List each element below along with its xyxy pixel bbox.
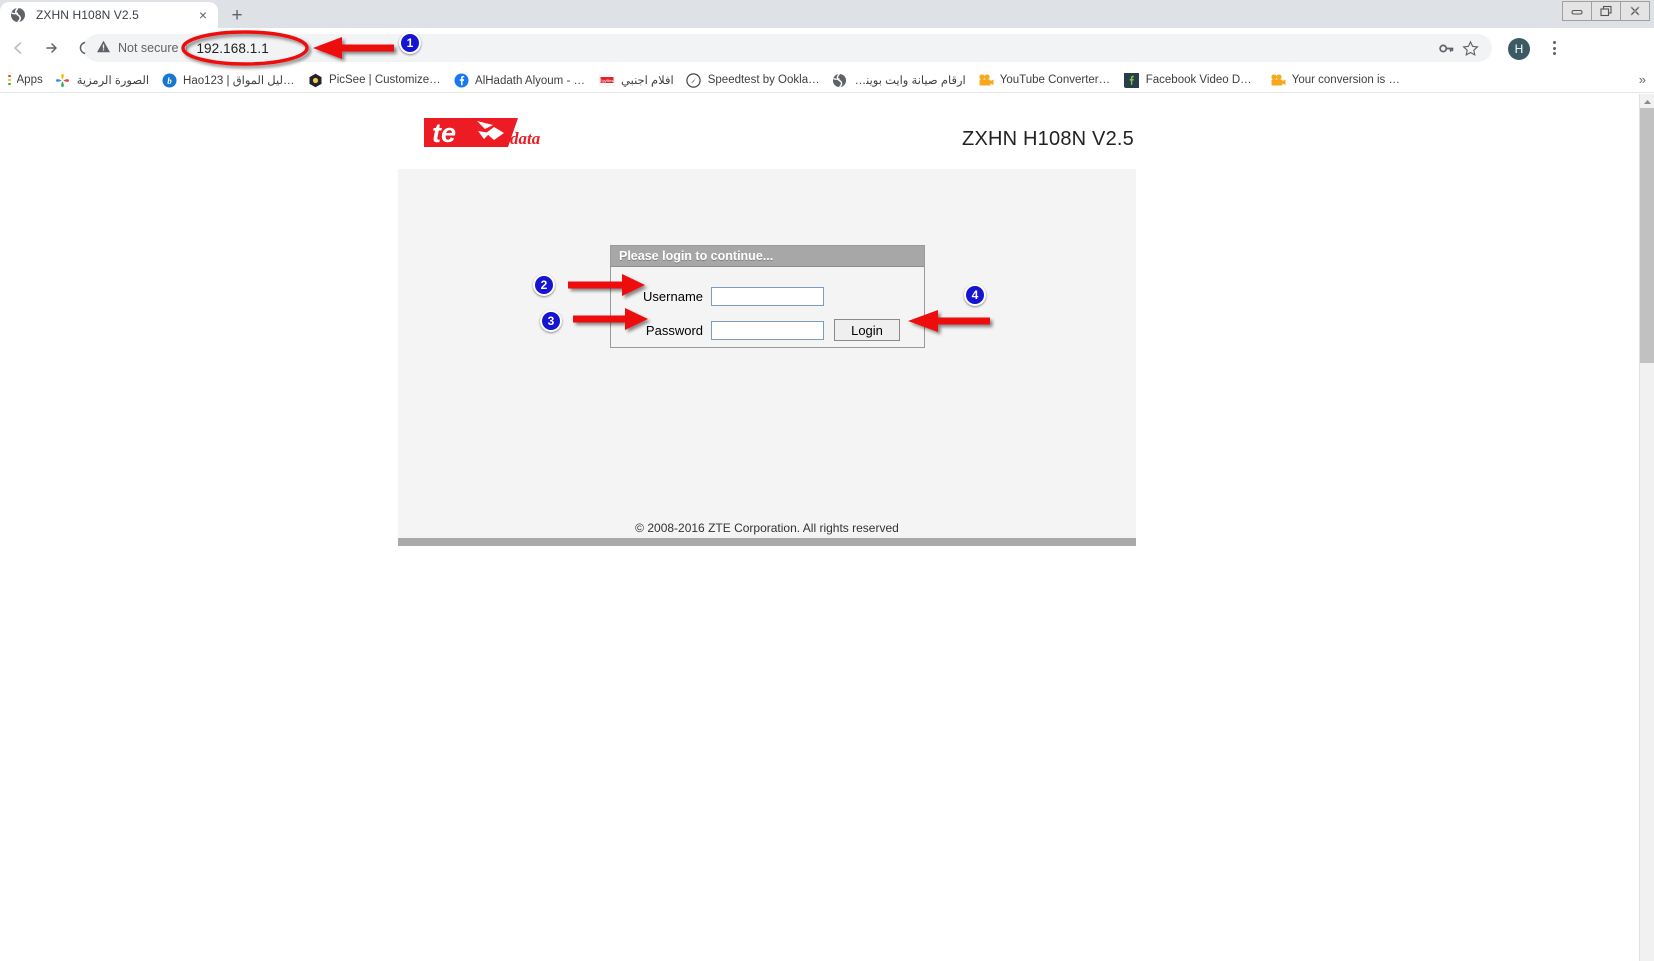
apps-shortcut[interactable]: Apps xyxy=(2,69,49,91)
te-data-logo: te data xyxy=(422,109,548,149)
hao123-icon: b xyxy=(161,72,177,88)
footer-bar xyxy=(398,538,1136,546)
close-button[interactable] xyxy=(1620,1,1650,21)
bookmark-item[interactable]: الصورة الرمزية xyxy=(49,69,155,91)
bookmark-item[interactable]: Speedtest by Ookla -... xyxy=(680,69,826,91)
bookmarks-bar: Apps الصورة الرمزية b Hao123 | دليل المو… xyxy=(0,68,1654,93)
username-label: Username xyxy=(643,288,703,304)
bookmark-item[interactable]: PicSee | Customized... xyxy=(301,69,447,91)
speedtest-icon xyxy=(686,72,702,88)
password-row: Password Login xyxy=(611,315,924,345)
forward-arrow-icon[interactable] xyxy=(38,34,66,62)
globe-gray-icon xyxy=(832,72,848,88)
key-icon[interactable] xyxy=(1434,36,1458,60)
kebab-menu-icon[interactable] xyxy=(1542,36,1566,60)
scroll-up-arrow-icon[interactable] xyxy=(1642,98,1653,106)
facebook-square-icon xyxy=(1124,72,1140,88)
username-input[interactable] xyxy=(711,286,824,306)
close-icon[interactable]: × xyxy=(194,6,212,24)
omnibox-divider xyxy=(186,40,188,56)
apps-label: Apps xyxy=(16,74,43,86)
security-status[interactable]: Not secure xyxy=(96,39,178,57)
bookmark-label: Hao123 | دليل المواق... xyxy=(183,75,295,87)
facebook-icon xyxy=(453,72,469,88)
bookmark-label: افلام اجنبي xyxy=(621,75,674,87)
tab-strip: ZXHN H108N V2.5 × + xyxy=(0,0,1654,28)
bookmark-item[interactable]: b Hao123 | دليل المواق... xyxy=(155,69,301,91)
apps-grid-icon xyxy=(8,74,11,86)
bookmark-item[interactable]: Facebook Video Dow... xyxy=(1118,69,1264,91)
converter-icon xyxy=(978,72,994,88)
bookmark-label: YouTube Converter &... xyxy=(999,74,1112,86)
copyright-text: © 2008-2016 ZTE Corporation. All rights … xyxy=(635,521,899,535)
window-controls xyxy=(1562,1,1650,21)
browser-window: ZXHN H108N V2.5 × + Not secure 192.168.1… xyxy=(0,0,1654,961)
login-panel-background: Please login to continue... Username Pas… xyxy=(398,169,1136,519)
back-arrow-icon[interactable] xyxy=(4,34,32,62)
svg-text:b: b xyxy=(167,76,172,86)
star-icon[interactable] xyxy=(1458,36,1482,60)
username-row: Username xyxy=(611,281,924,311)
bookmark-label: Your conversion is co... xyxy=(1291,74,1404,86)
google-photos-icon xyxy=(55,72,71,88)
bookmark-label: Facebook Video Dow... xyxy=(1145,74,1258,86)
browser-tab[interactable]: ZXHN H108N V2.5 × xyxy=(0,2,218,28)
scrollbar-thumb[interactable] xyxy=(1640,108,1654,363)
bookmark-item[interactable]: EgyBest افلام اجنبي xyxy=(593,69,680,91)
page-header: te data ZXHN H108N V2.5 xyxy=(398,100,1136,168)
security-label: Not secure xyxy=(118,41,179,55)
globe-icon xyxy=(10,7,26,23)
egybest-icon: EgyBest xyxy=(599,72,616,88)
bookmark-item[interactable]: ارقام صيانة وايت بوينت... xyxy=(826,69,972,91)
new-tab-button[interactable]: + xyxy=(225,3,249,27)
picsee-icon xyxy=(307,72,323,88)
browser-toolbar: Not secure 192.168.1.1 H xyxy=(0,28,1654,68)
vertical-scrollbar[interactable] xyxy=(1639,94,1654,961)
address-bar[interactable]: Not secure 192.168.1.1 xyxy=(84,34,1492,62)
converter-icon xyxy=(1270,72,1286,88)
password-input[interactable] xyxy=(711,320,824,340)
password-label: Password xyxy=(645,322,703,338)
login-form: Please login to continue... Username Pas… xyxy=(610,245,925,348)
bookmark-label: الصورة الرمزية xyxy=(76,75,150,87)
warning-triangle-icon xyxy=(96,39,111,57)
svg-text:data: data xyxy=(510,129,541,148)
bookmark-label: AlHadath Alyoum - ال... xyxy=(475,75,587,87)
login-button[interactable]: Login xyxy=(834,319,900,341)
bookmark-item[interactable]: YouTube Converter &... xyxy=(972,69,1118,91)
page-title: ZXHN H108N V2.5 xyxy=(962,128,1134,150)
bookmarks-overflow-icon[interactable]: » xyxy=(1639,72,1646,87)
tab-title: ZXHN H108N V2.5 xyxy=(36,8,139,22)
bookmark-label: Speedtest by Ookla -... xyxy=(707,74,820,86)
restore-button[interactable] xyxy=(1591,1,1621,21)
bookmark-item[interactable]: AlHadath Alyoum - ال... xyxy=(447,69,593,91)
minimize-button[interactable] xyxy=(1562,1,1592,21)
avatar[interactable]: H xyxy=(1508,38,1530,60)
page-viewport: te data ZXHN H108N V2.5 Please login to … xyxy=(0,94,1639,961)
bookmark-label: ارقام صيانة وايت بوينت... xyxy=(853,75,966,87)
bookmark-item[interactable]: Your conversion is co... xyxy=(1264,69,1410,91)
svg-text:te: te xyxy=(432,118,456,148)
login-form-header: Please login to continue... xyxy=(611,246,924,267)
svg-text:EgyBest: EgyBest xyxy=(600,78,615,83)
url-text[interactable]: 192.168.1.1 xyxy=(196,41,1434,56)
bookmark-label: PicSee | Customized... xyxy=(329,74,442,86)
login-header-text: Please login to continue... xyxy=(619,249,774,263)
